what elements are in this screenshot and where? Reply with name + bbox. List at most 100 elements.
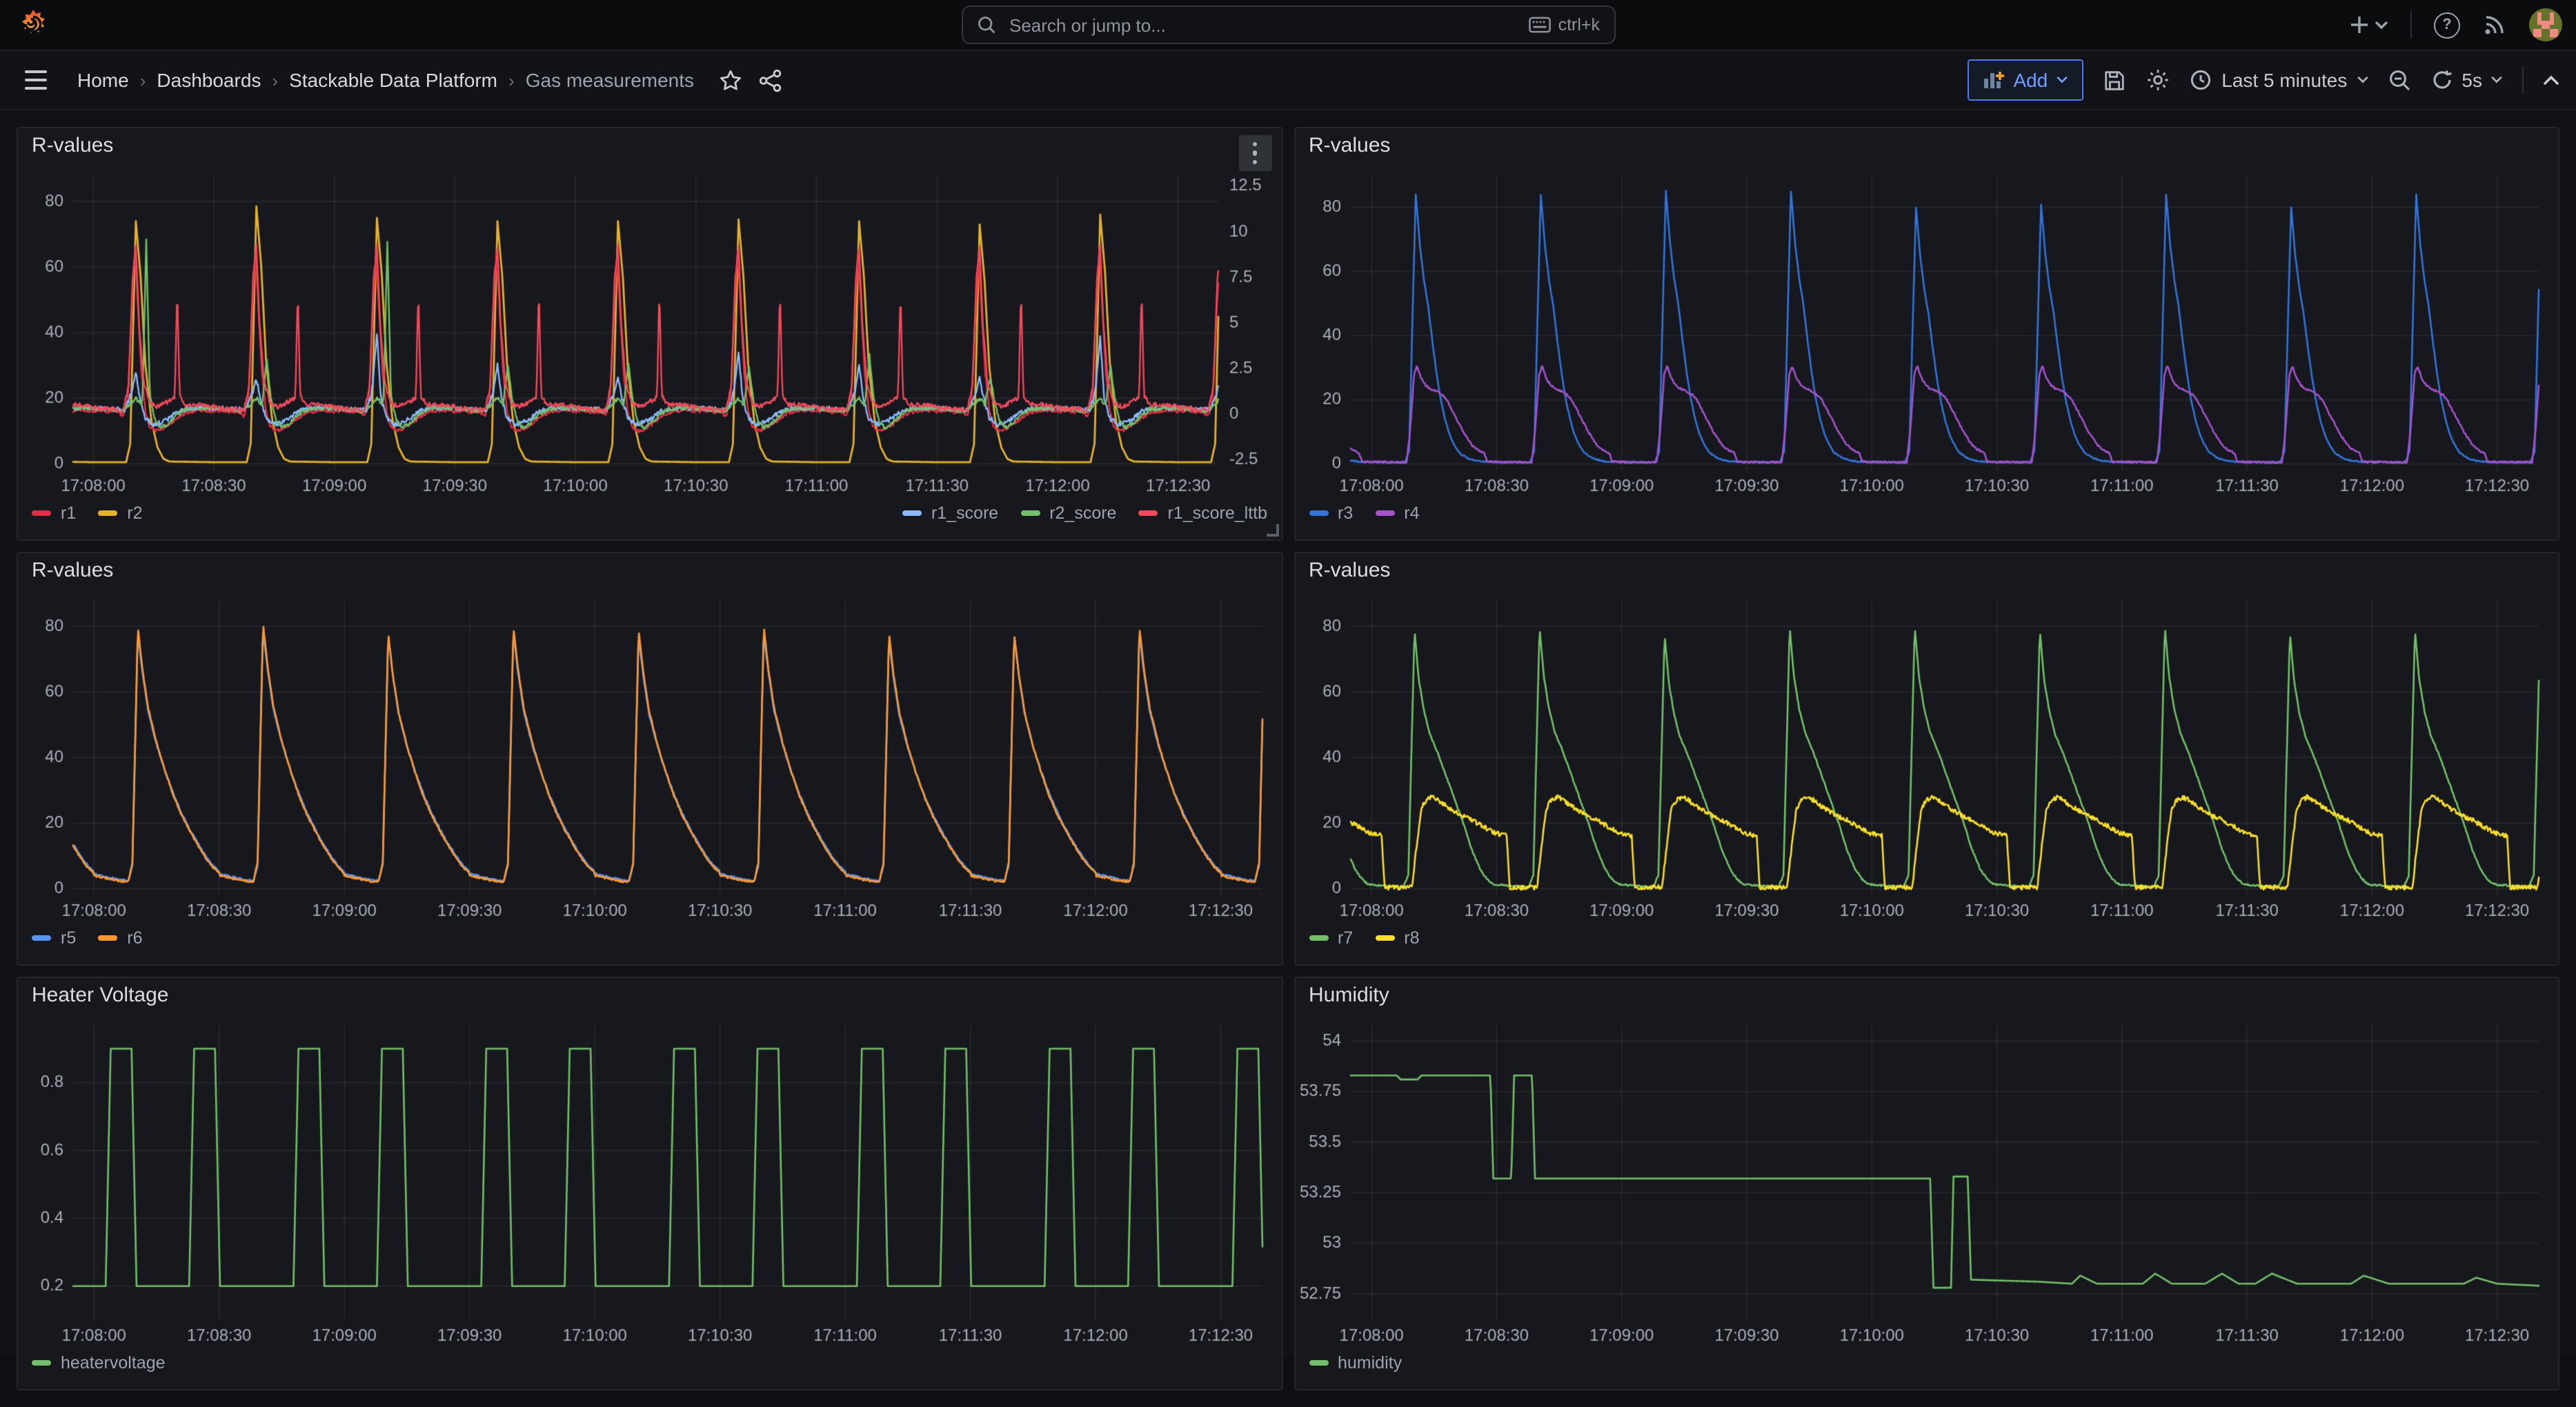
help-icon[interactable]: ? (2434, 12, 2460, 38)
panel-title[interactable]: R-values (18, 128, 1281, 164)
timeseries-chart[interactable] (18, 1014, 1281, 1348)
panel-title[interactable]: Heater Voltage (18, 978, 1281, 1014)
panel-legend: humidity (1295, 1348, 2558, 1389)
zoom-out-button[interactable] (2388, 68, 2412, 92)
legend-label: r3 (1338, 503, 1353, 523)
caret-up-icon (2543, 74, 2559, 86)
new-menu-button[interactable] (2348, 14, 2388, 36)
star-icon[interactable] (719, 68, 742, 92)
timeseries-chart[interactable] (1295, 164, 2558, 498)
legend-label: heatervoltage (61, 1353, 166, 1373)
breadcrumb-separator: › (140, 70, 146, 90)
add-panel-icon (1983, 70, 2005, 90)
panel-r-values-1: R-values r1 r2 r1_score r2_score r1_score_lt… (17, 127, 1282, 541)
panel-menu-button[interactable] (1238, 135, 1271, 171)
timeseries-chart[interactable] (18, 164, 1281, 498)
chevron-down-icon (2056, 76, 2068, 84)
breadcrumb: Home › Dashboards › Stackable Data Platf… (77, 69, 694, 91)
zoom-out-icon (2388, 68, 2412, 92)
search-icon (976, 15, 995, 34)
legend-item-r3[interactable]: r3 (1309, 503, 1353, 523)
panel-legend: r5 r6 (18, 923, 1281, 964)
menu-toggle[interactable] (17, 62, 55, 98)
shortcut-text: ctrl+k (1558, 15, 1600, 34)
grafana-logo[interactable] (17, 8, 50, 41)
news-icon[interactable] (2482, 12, 2507, 37)
legend-item-r8[interactable]: r8 (1375, 928, 1419, 948)
save-dashboard-button[interactable] (2103, 68, 2126, 92)
dashboard-toolbar: Home › Dashboards › Stackable Data Platf… (0, 51, 2576, 110)
panel-humidity: Humidity humidity (1294, 977, 2559, 1390)
panel-r-values-4: R-values r7 r8 (1294, 552, 2559, 966)
user-avatar[interactable] (2529, 8, 2562, 41)
add-button[interactable]: Add (1968, 59, 2083, 101)
legend-swatch (1020, 510, 1040, 516)
panel-r-values-3: R-values r5 r6 (17, 552, 1282, 966)
panel-title[interactable]: Humidity (1295, 978, 2558, 1014)
plus-icon (2348, 14, 2370, 36)
legend-label: r2 (127, 503, 142, 523)
search-bar[interactable]: ctrl+k (961, 6, 1615, 44)
top-nav: ctrl+k ? (0, 0, 2576, 51)
breadcrumb-folder[interactable]: Stackable Data Platform (289, 69, 497, 91)
legend-item-r1_score_lttb[interactable]: r1_score_lttb (1138, 503, 1267, 523)
clock-icon (2190, 69, 2212, 91)
chevron-down-icon (2375, 20, 2388, 30)
breadcrumb-separator: › (272, 70, 278, 90)
legend-label: r6 (127, 928, 142, 948)
legend-label: r8 (1404, 928, 1419, 948)
legend-item-heatervoltage[interactable]: heatervoltage (32, 1353, 166, 1373)
legend-swatch (98, 510, 117, 516)
refresh-interval-label: 5s (2461, 69, 2482, 91)
legend-swatch (1309, 510, 1328, 516)
timeseries-chart[interactable] (18, 589, 1281, 923)
breadcrumb-separator: › (508, 70, 515, 90)
panel-legend: r7 r8 (1295, 923, 2558, 964)
breadcrumb-dashboards[interactable]: Dashboards (157, 69, 261, 91)
share-icon[interactable] (759, 68, 782, 92)
legend-label: r2_score (1049, 503, 1116, 523)
nav-right-icons: ? (2348, 8, 2562, 41)
panel-title[interactable]: R-values (1295, 128, 2558, 164)
legend-item-r2_score[interactable]: r2_score (1020, 503, 1116, 523)
toolbar-divider (2522, 66, 2524, 94)
grafana-app: ctrl+k ? (0, 0, 2576, 1356)
timeseries-chart[interactable] (1295, 589, 2558, 923)
legend-swatch (1138, 510, 1158, 516)
legend-swatch (32, 1360, 51, 1366)
legend-item-r6[interactable]: r6 (98, 928, 142, 948)
panel-resize-handle[interactable] (1266, 524, 1278, 537)
legend-swatch (902, 510, 922, 516)
legend-label: r4 (1404, 503, 1419, 523)
chevron-down-icon (2357, 76, 2369, 84)
collapse-toolbar-button[interactable] (2543, 74, 2559, 86)
nav-divider (2410, 11, 2412, 39)
panel-title[interactable]: R-values (18, 553, 1281, 589)
legend-label: r1_score_lttb (1167, 503, 1267, 523)
refresh-icon (2431, 69, 2453, 91)
panel-legend: r1 r2 r1_score r2_score r1_score_lttb (18, 498, 1281, 539)
time-range-label: Last 5 minutes (2221, 69, 2347, 91)
timeseries-chart[interactable] (1295, 1014, 2558, 1348)
legend-item-r7[interactable]: r7 (1309, 928, 1353, 948)
legend-swatch (1309, 1360, 1328, 1366)
legend-item-r1[interactable]: r1 (32, 503, 76, 523)
search-input[interactable] (1007, 13, 1518, 37)
legend-swatch (1375, 510, 1394, 516)
breadcrumb-home[interactable]: Home (77, 69, 129, 91)
legend-item-r4[interactable]: r4 (1375, 503, 1419, 523)
legend-label: r7 (1338, 928, 1353, 948)
time-range-picker[interactable]: Last 5 minutes (2190, 69, 2369, 91)
legend-item-r5[interactable]: r5 (32, 928, 76, 948)
legend-item-humidity[interactable]: humidity (1309, 1353, 1402, 1373)
legend-item-r2[interactable]: r2 (98, 503, 142, 523)
dashboard-settings-button[interactable] (2146, 68, 2170, 92)
chevron-down-icon (2490, 76, 2503, 84)
legend-item-r1_score[interactable]: r1_score (902, 503, 998, 523)
legend-label: humidity (1338, 1353, 1402, 1373)
panel-title[interactable]: R-values (1295, 553, 2558, 589)
legend-swatch (32, 510, 51, 516)
refresh-controls[interactable]: 5s (2431, 69, 2503, 91)
breadcrumb-current: Gas measurements (526, 69, 694, 91)
shortcut-hint: ctrl+k (1529, 15, 1600, 34)
